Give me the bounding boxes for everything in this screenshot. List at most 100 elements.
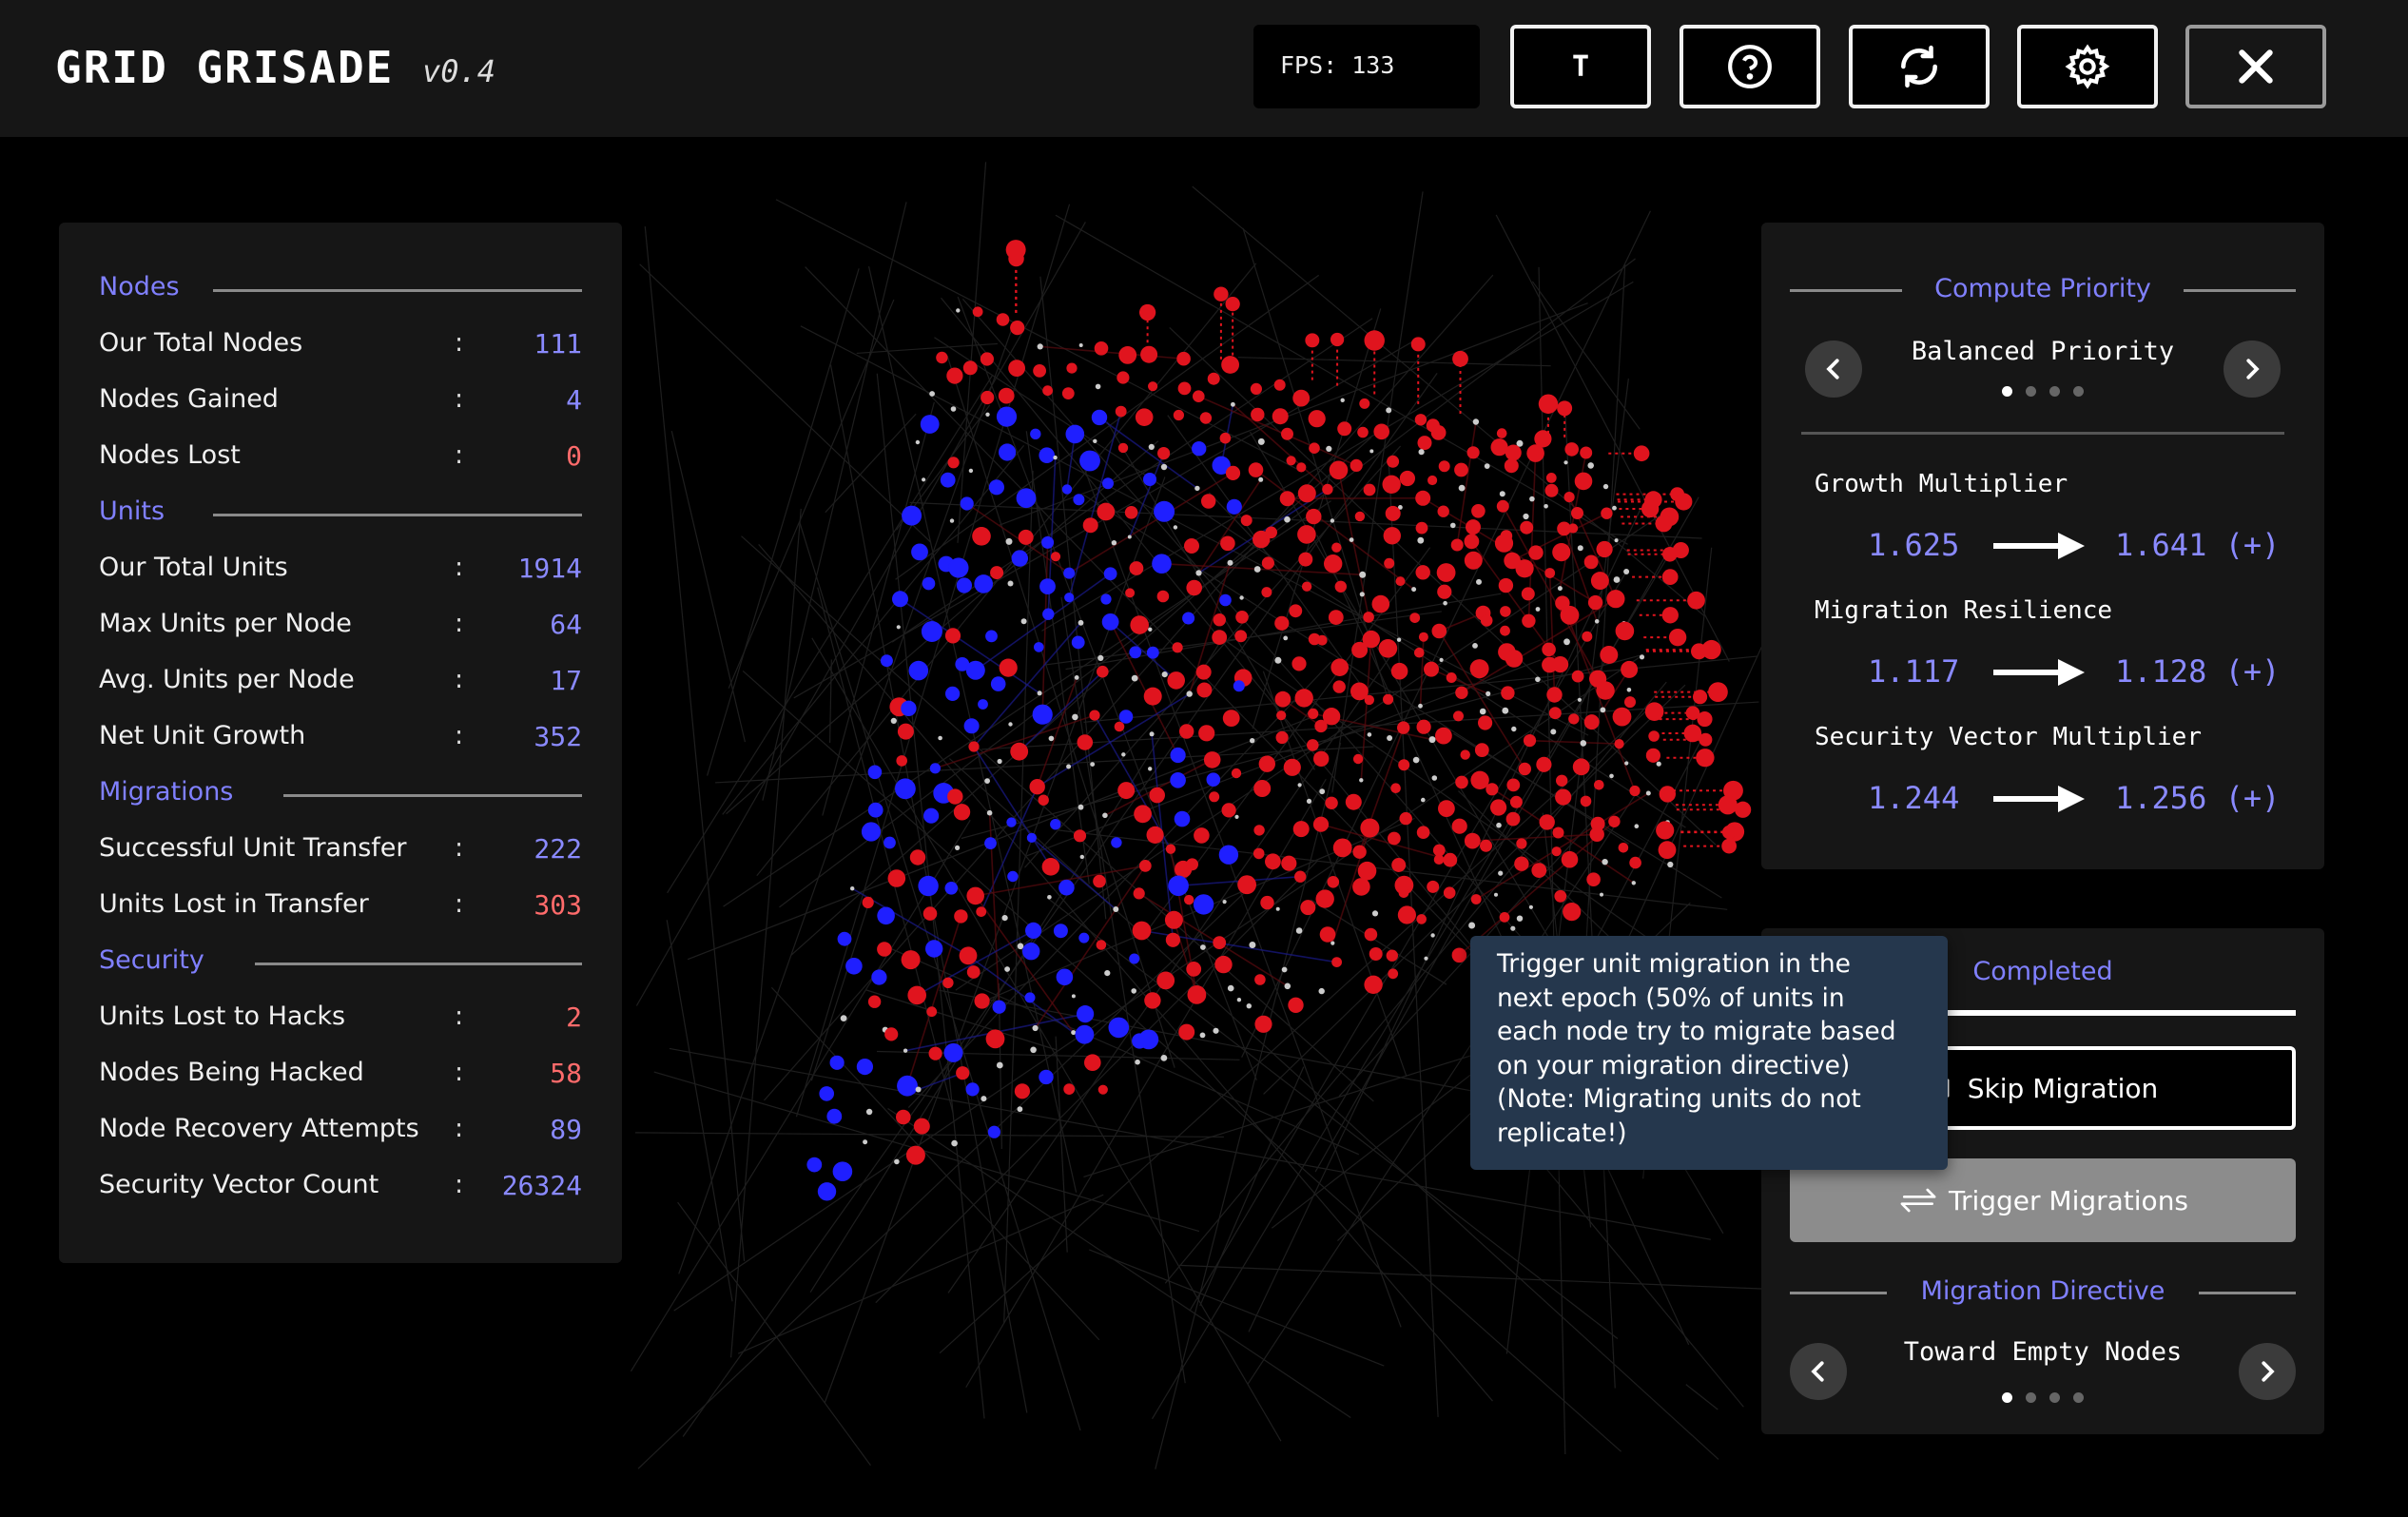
priority-page-dot[interactable] bbox=[2049, 386, 2060, 397]
graph-node bbox=[1452, 350, 1468, 367]
graph-node bbox=[840, 1015, 847, 1021]
graph-node bbox=[1274, 615, 1290, 631]
graph-node bbox=[1395, 576, 1406, 587]
graph-node bbox=[1194, 827, 1210, 844]
graph-node bbox=[1556, 774, 1568, 787]
graph-node bbox=[1589, 827, 1604, 842]
graph-node bbox=[1138, 303, 1156, 321]
graph-node bbox=[1352, 878, 1370, 896]
graph-node bbox=[1399, 811, 1412, 826]
graph-node bbox=[1417, 536, 1425, 544]
stat-separator: : bbox=[455, 1114, 464, 1143]
graph-node bbox=[1486, 690, 1491, 697]
stat-value: 222 bbox=[534, 833, 582, 865]
graph-node bbox=[1587, 462, 1594, 469]
graph-node bbox=[1281, 966, 1288, 973]
multiplier-label: Security Vector Multiplier bbox=[1815, 723, 2202, 751]
graph-node bbox=[1117, 782, 1136, 800]
graph-node bbox=[1668, 628, 1687, 647]
graph-node bbox=[1184, 538, 1199, 554]
graph-node bbox=[1173, 525, 1178, 530]
graph-node bbox=[862, 896, 874, 909]
graph-node bbox=[1173, 409, 1184, 421]
graph-node bbox=[1345, 793, 1362, 810]
skip-migration-label: Skip Migration bbox=[1967, 1072, 2159, 1104]
stat-label: Security Vector Count bbox=[99, 1170, 379, 1199]
graph-node bbox=[1496, 428, 1507, 438]
graph-node bbox=[1387, 455, 1400, 468]
graph-node bbox=[1257, 438, 1265, 445]
graph-node bbox=[1590, 572, 1609, 591]
graph-node bbox=[1227, 984, 1234, 992]
graph-node bbox=[1227, 559, 1233, 566]
background-web bbox=[630, 162, 1764, 1469]
graph-node bbox=[1030, 428, 1041, 439]
graph-node bbox=[922, 576, 936, 591]
graph-node bbox=[1164, 910, 1183, 929]
graph-node bbox=[1275, 730, 1289, 745]
graph-node bbox=[1160, 463, 1168, 471]
graph-node bbox=[1568, 713, 1580, 725]
stat-row: Our Total Nodes: 111 bbox=[99, 328, 582, 366]
graph-node bbox=[1056, 968, 1074, 986]
stat-value: 352 bbox=[534, 721, 582, 752]
graph-node bbox=[1061, 387, 1075, 399]
directive-page-dot[interactable] bbox=[2049, 1392, 2060, 1403]
graph-node bbox=[1042, 608, 1055, 620]
directive-page-dot[interactable] bbox=[2073, 1392, 2084, 1403]
graph-node bbox=[1587, 594, 1603, 611]
graph-node bbox=[1480, 839, 1492, 852]
graph-node bbox=[1583, 554, 1599, 570]
graph-node bbox=[1552, 656, 1569, 673]
directive-page-dot[interactable] bbox=[2026, 1392, 2036, 1403]
priority-page-dot[interactable] bbox=[2026, 386, 2036, 397]
graph-node bbox=[963, 718, 980, 734]
stat-value: 64 bbox=[550, 609, 582, 640]
trigger-migrations-button[interactable]: Trigger Migrations bbox=[1790, 1158, 2296, 1242]
graph-node bbox=[920, 415, 940, 434]
close-icon bbox=[2239, 49, 2273, 84]
graph-node bbox=[1200, 944, 1206, 950]
graph-node bbox=[1260, 895, 1274, 910]
graph-node bbox=[1399, 470, 1415, 487]
reset-button[interactable] bbox=[1849, 25, 1990, 108]
help-circle-icon bbox=[1728, 45, 1772, 88]
graph-node bbox=[1111, 837, 1122, 848]
text-toggle-button[interactable]: T bbox=[1510, 25, 1651, 108]
graph-node bbox=[1042, 385, 1053, 397]
graph-node bbox=[1135, 408, 1154, 427]
graph-node bbox=[832, 1161, 853, 1181]
graph-node bbox=[1557, 400, 1573, 417]
graph-node bbox=[1438, 460, 1450, 473]
close-button[interactable] bbox=[2185, 25, 2326, 108]
graph-node bbox=[1176, 351, 1191, 366]
graph-node bbox=[1455, 686, 1468, 699]
settings-button[interactable] bbox=[2017, 25, 2158, 108]
graph-node bbox=[1170, 747, 1186, 764]
graph-node bbox=[1292, 821, 1310, 838]
graph-node bbox=[1386, 407, 1392, 414]
graph-node bbox=[1351, 641, 1369, 658]
graph-node bbox=[1041, 535, 1055, 549]
graph-node bbox=[1364, 975, 1383, 995]
help-button[interactable] bbox=[1680, 25, 1820, 108]
priority-page-dot[interactable] bbox=[2073, 386, 2084, 397]
graph-node bbox=[1600, 707, 1606, 713]
graph-node bbox=[1148, 443, 1155, 450]
stat-value: 111 bbox=[534, 328, 582, 360]
graph-node bbox=[1364, 927, 1378, 942]
priority-page-dot[interactable] bbox=[2002, 386, 2012, 397]
compute-priority-panel: Compute Priority Balanced Priority Growt… bbox=[1761, 223, 2324, 869]
graph-node bbox=[1274, 690, 1291, 708]
graph-node bbox=[1135, 1059, 1140, 1065]
graph-node bbox=[1172, 642, 1183, 653]
graph-node bbox=[1148, 627, 1153, 632]
graph-node bbox=[1071, 1030, 1077, 1036]
graph-node bbox=[887, 869, 906, 887]
graph-node bbox=[913, 1118, 930, 1135]
graph-node bbox=[1154, 500, 1175, 522]
graph-node bbox=[1091, 409, 1108, 426]
directive-page-dot[interactable] bbox=[2002, 1392, 2012, 1403]
graph-node bbox=[1156, 971, 1175, 990]
swap-arrows-icon bbox=[1900, 1188, 1936, 1213]
